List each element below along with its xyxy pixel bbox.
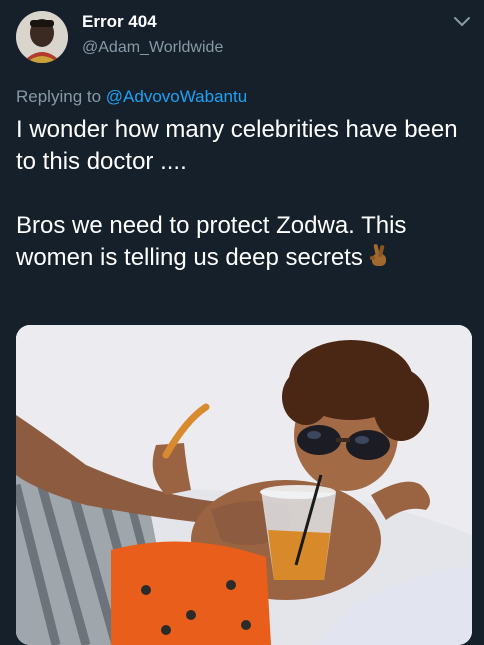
crossed-fingers-icon xyxy=(367,242,391,277)
replying-to-link[interactable]: @AdvovoWabantu xyxy=(106,87,247,106)
replying-to: Replying to @AdvovoWabantu xyxy=(16,87,247,107)
tweet-text: I wonder how many celebrities have been … xyxy=(16,114,476,277)
tweet-text-line-1: I wonder how many celebrities have been … xyxy=(16,116,458,175)
child-sunglasses-photo xyxy=(16,325,472,645)
tweet-header: Error 404 @Adam_Worldwide xyxy=(0,0,484,80)
avatar-image xyxy=(16,11,68,63)
tweet-media-image[interactable] xyxy=(16,325,472,645)
tweet-text-line-2-content: Bros we need to protect Zodwa. This wome… xyxy=(16,212,407,271)
author-avatar[interactable] xyxy=(16,11,68,63)
author-name[interactable]: Error 404 xyxy=(82,12,157,32)
author-handle[interactable]: @Adam_Worldwide xyxy=(82,39,223,57)
tweet-text-line-2: Bros we need to protect Zodwa. This wome… xyxy=(16,210,476,277)
chevron-down-icon[interactable] xyxy=(452,14,472,30)
replying-prefix: Replying to xyxy=(16,87,102,106)
